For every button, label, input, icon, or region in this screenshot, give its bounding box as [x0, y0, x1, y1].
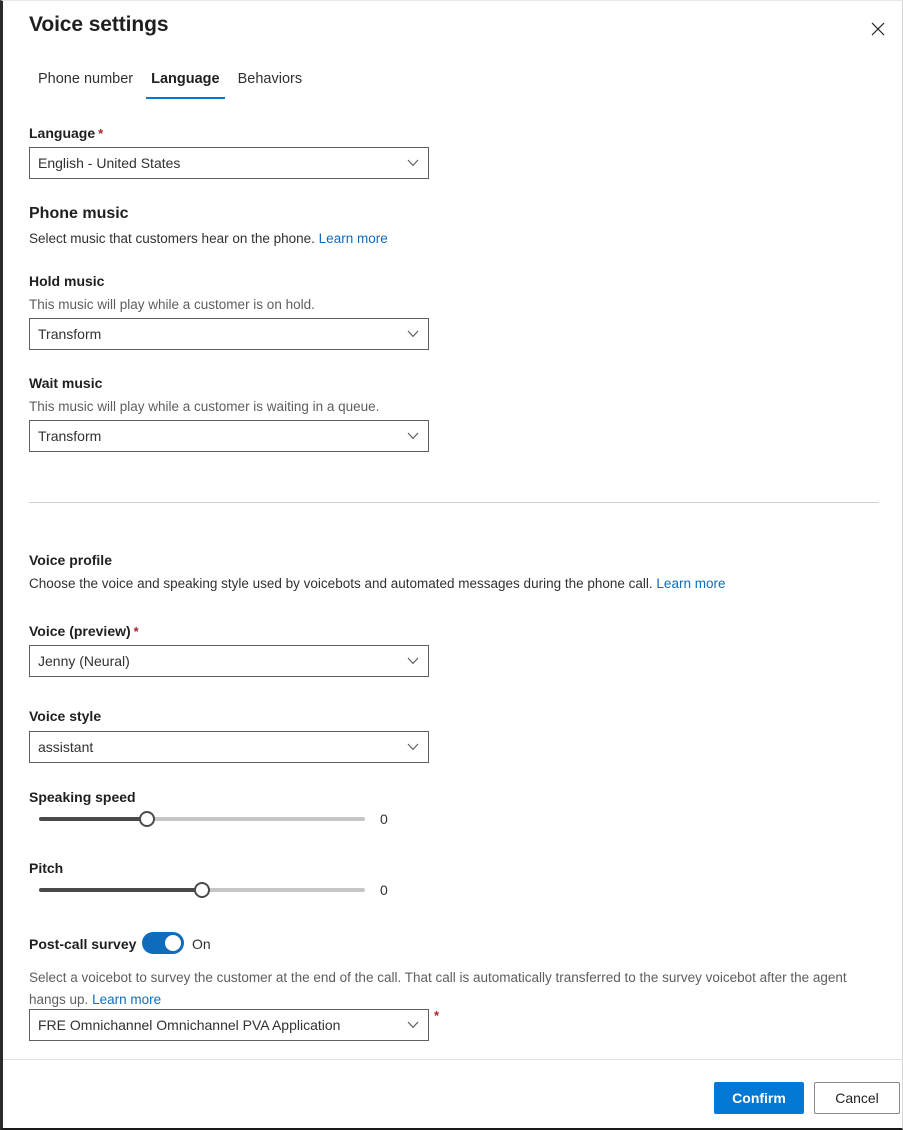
chevron-down-icon [398, 1021, 428, 1029]
wait-music-label: Wait music [29, 375, 103, 391]
confirm-button[interactable]: Confirm [714, 1082, 804, 1114]
language-dropdown-value: English - United States [38, 155, 181, 171]
page-title: Voice settings [29, 13, 169, 36]
voice-profile-heading: Voice profile [29, 552, 112, 568]
footer-divider [3, 1059, 902, 1060]
required-asterisk: * [434, 1008, 440, 1023]
wait-music-helper: This music will play while a customer is… [29, 399, 380, 414]
cancel-button[interactable]: Cancel [814, 1082, 900, 1114]
hold-music-label: Hold music [29, 273, 105, 289]
wait-music-dropdown[interactable]: Transform [29, 420, 429, 452]
phone-music-heading: Phone music [29, 205, 129, 222]
phone-music-description: Select music that customers hear on the … [29, 231, 388, 246]
tab-behaviors[interactable]: Behaviors [229, 67, 311, 99]
voice-profile-learn-more-link[interactable]: Learn more [656, 576, 725, 591]
speaking-speed-slider[interactable] [39, 809, 365, 829]
post-call-survey-toggle-state: On [192, 936, 211, 952]
survey-voicebot-dropdown-value: FRE Omnichannel Omnichannel PVA Applicat… [38, 1017, 341, 1033]
speaking-speed-label: Speaking speed [29, 789, 136, 805]
chevron-down-icon [398, 743, 428, 751]
chevron-down-icon [398, 330, 428, 338]
pitch-slider[interactable] [39, 880, 365, 900]
voice-settings-panel: Voice settings Phone number Language Beh… [0, 0, 903, 1130]
post-call-survey-toggle[interactable] [142, 932, 184, 954]
tab-label: Language [151, 71, 220, 87]
survey-voicebot-dropdown[interactable]: FRE Omnichannel Omnichannel PVA Applicat… [29, 1009, 429, 1041]
pitch-value: 0 [380, 882, 388, 898]
hold-music-dropdown-value: Transform [38, 326, 102, 342]
toggle-knob [165, 935, 181, 951]
phone-music-learn-more-link[interactable]: Learn more [319, 231, 388, 246]
voice-style-label: Voice style [29, 708, 102, 724]
tab-phone-number[interactable]: Phone number [29, 67, 142, 99]
slider-fill [39, 888, 202, 892]
voice-style-dropdown-value: assistant [38, 739, 94, 755]
wait-music-dropdown-value: Transform [38, 428, 102, 444]
slider-thumb[interactable] [138, 811, 155, 827]
section-divider [29, 502, 879, 503]
language-label: Language * [29, 125, 103, 141]
voice-profile-description: Choose the voice and speaking style used… [29, 576, 725, 591]
chevron-down-icon [398, 657, 428, 665]
tab-label: Phone number [38, 71, 134, 87]
language-label-text: Language [29, 125, 96, 141]
required-asterisk: * [133, 624, 139, 639]
required-asterisk: * [98, 126, 104, 141]
language-dropdown[interactable]: English - United States [29, 147, 429, 179]
settings-tabs: Phone number Language Behaviors [29, 67, 311, 99]
hold-music-dropdown[interactable]: Transform [29, 318, 429, 350]
slider-thumb[interactable] [194, 882, 210, 898]
voice-label: Voice (preview) * [29, 623, 139, 639]
phone-music-description-text: Select music that customers hear on the … [29, 231, 315, 246]
tab-label: Behaviors [237, 71, 303, 87]
chevron-down-icon [398, 432, 428, 440]
slider-fill [39, 817, 147, 821]
hold-music-helper: This music will play while a customer is… [29, 297, 315, 312]
voice-label-text: Voice (preview) [29, 623, 131, 639]
speaking-speed-value: 0 [380, 811, 388, 827]
voice-style-dropdown[interactable]: assistant [29, 731, 429, 763]
voice-profile-description-text: Choose the voice and speaking style used… [29, 576, 653, 591]
chevron-down-icon [398, 159, 428, 167]
pitch-label: Pitch [29, 860, 64, 876]
close-glyph [871, 22, 885, 36]
post-call-survey-learn-more-link[interactable]: Learn more [92, 992, 161, 1007]
voice-dropdown[interactable]: Jenny (Neural) [29, 645, 429, 677]
post-call-survey-description: Select a voicebot to survey the customer… [29, 967, 879, 1012]
tab-language[interactable]: Language [142, 67, 228, 99]
close-icon[interactable] [858, 11, 898, 47]
voice-dropdown-value: Jenny (Neural) [38, 653, 130, 669]
post-call-survey-label: Post-call survey [29, 936, 137, 952]
